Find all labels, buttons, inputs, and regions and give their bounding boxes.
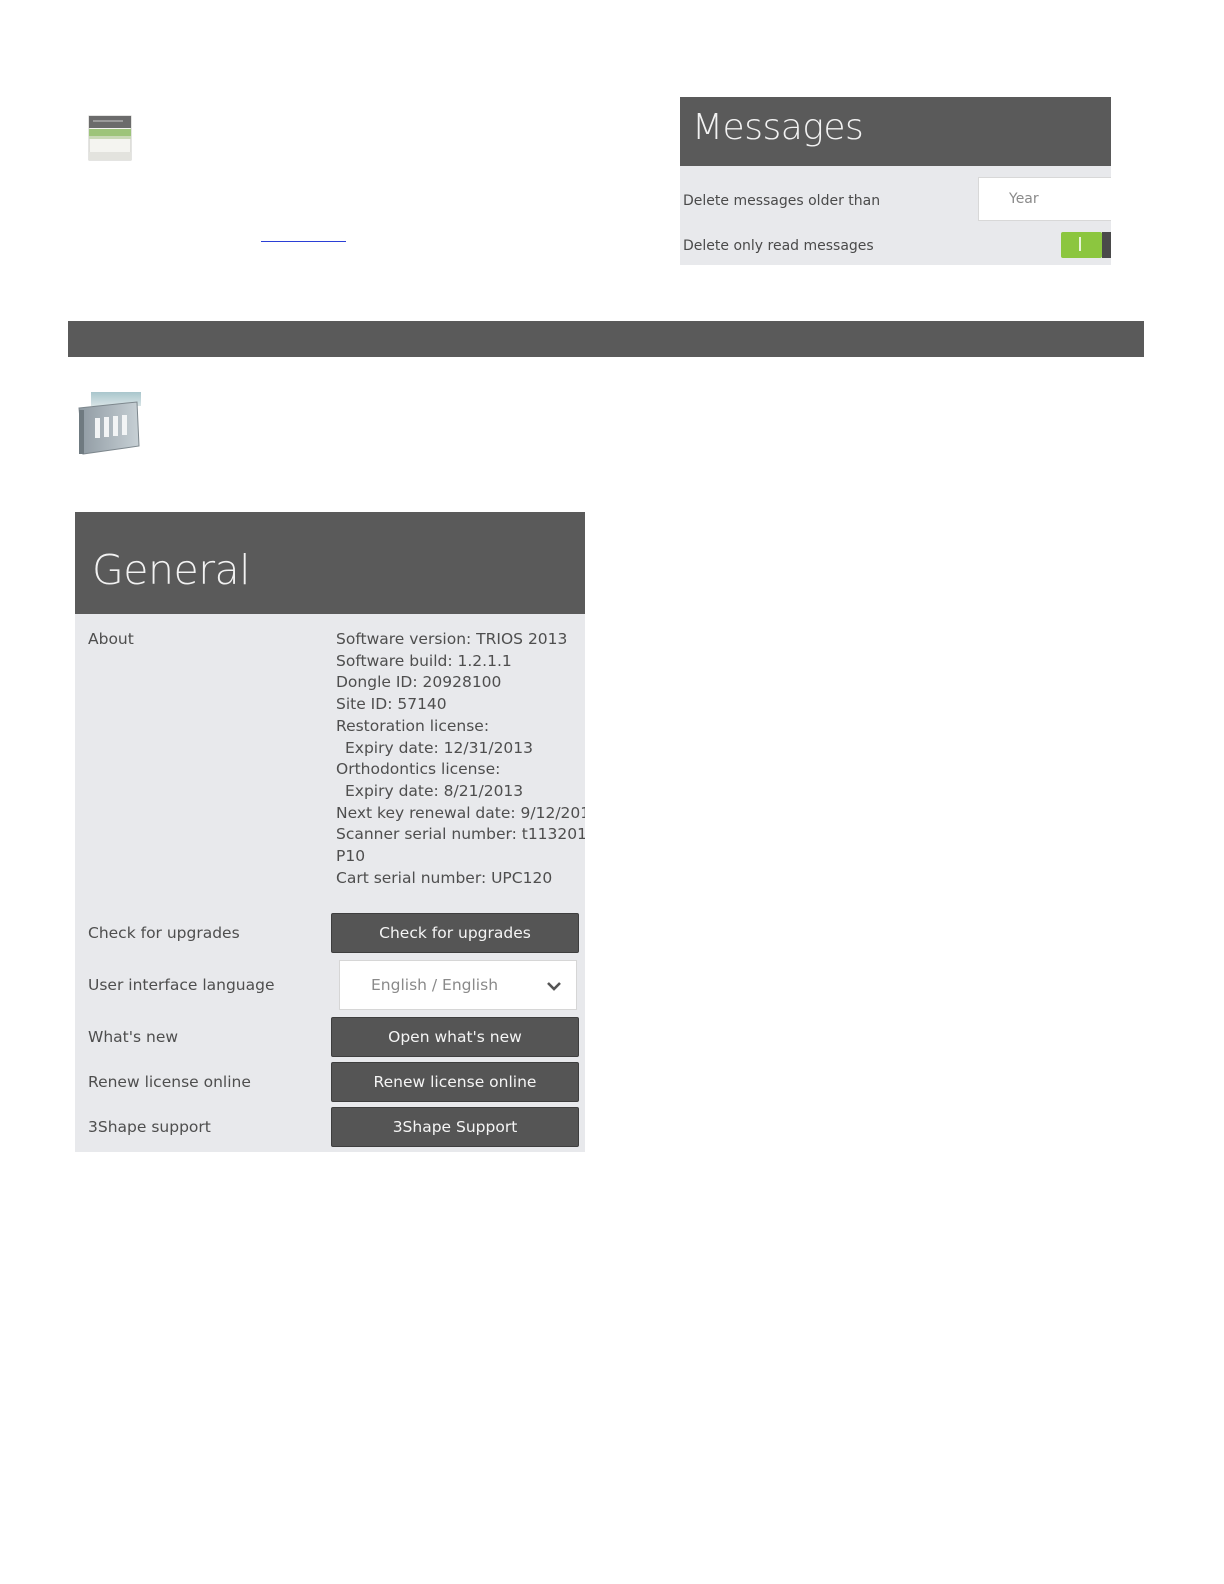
messages-icon bbox=[88, 114, 132, 162]
language-label: User interface language bbox=[88, 976, 275, 994]
support-button[interactable]: 3Shape Support bbox=[331, 1107, 579, 1147]
renew-license-button[interactable]: Renew license online bbox=[331, 1062, 579, 1102]
whatsnew-label: What's new bbox=[88, 1028, 179, 1046]
toggle-on-track bbox=[1061, 232, 1102, 258]
check-upgrades-label: Check for upgrades bbox=[88, 924, 240, 942]
chevron-down-icon[interactable] bbox=[546, 978, 562, 991]
about-line: Dongle ID: 20928100 bbox=[336, 673, 502, 692]
delete-read-label: Delete only read messages bbox=[683, 238, 874, 254]
messages-title: Messages bbox=[692, 107, 864, 148]
open-whatsnew-button[interactable]: Open what's new bbox=[331, 1017, 579, 1057]
about-line: Next key renewal date: 9/12/2013 bbox=[336, 803, 585, 822]
messages-header: Messages bbox=[680, 97, 1111, 166]
about-line: Scanner serial number: t1132010c- bbox=[336, 825, 585, 844]
settings-icon bbox=[75, 388, 145, 460]
about-info: Software version: TRIOS 2013 Software bu… bbox=[336, 629, 585, 889]
toggle-knob[interactable] bbox=[1102, 232, 1111, 258]
about-line: Expiry date: 12/31/2013 bbox=[345, 738, 534, 757]
about-line: Software build: 1.2.1.1 bbox=[336, 651, 512, 670]
delete-older-select[interactable]: Year bbox=[978, 177, 1111, 221]
support-label: 3Shape support bbox=[88, 1118, 211, 1136]
language-select[interactable]: English / English bbox=[339, 960, 577, 1010]
renew-license-label: Renew license online bbox=[88, 1073, 251, 1091]
general-header: General bbox=[75, 512, 585, 614]
messages-panel: Messages Delete messages older than Year… bbox=[680, 97, 1111, 265]
about-line: Expiry date: 8/21/2013 bbox=[345, 781, 524, 800]
about-line: Site ID: 57140 bbox=[336, 695, 447, 714]
general-title: General bbox=[92, 546, 251, 594]
about-line: Orthodontics license: bbox=[336, 760, 501, 779]
delete-older-value: Year bbox=[1009, 191, 1039, 207]
general-panel: General About Software version: TRIOS 20… bbox=[75, 512, 585, 1152]
delete-read-toggle[interactable] bbox=[1061, 232, 1111, 258]
delete-older-label: Delete messages older than bbox=[683, 193, 881, 209]
about-line: Restoration license: bbox=[336, 716, 490, 735]
section-header-bar bbox=[68, 321, 1144, 357]
toggle-on-mark bbox=[1079, 237, 1081, 251]
about-line: Software version: TRIOS 2013 bbox=[336, 630, 568, 648]
language-value: English / English bbox=[371, 976, 499, 994]
link-underline[interactable] bbox=[261, 241, 346, 242]
about-line: Cart serial number: UPC120 bbox=[336, 868, 553, 887]
check-upgrades-button[interactable]: Check for upgrades bbox=[331, 913, 579, 953]
about-line: P10 bbox=[336, 847, 366, 866]
about-label: About bbox=[88, 630, 134, 648]
